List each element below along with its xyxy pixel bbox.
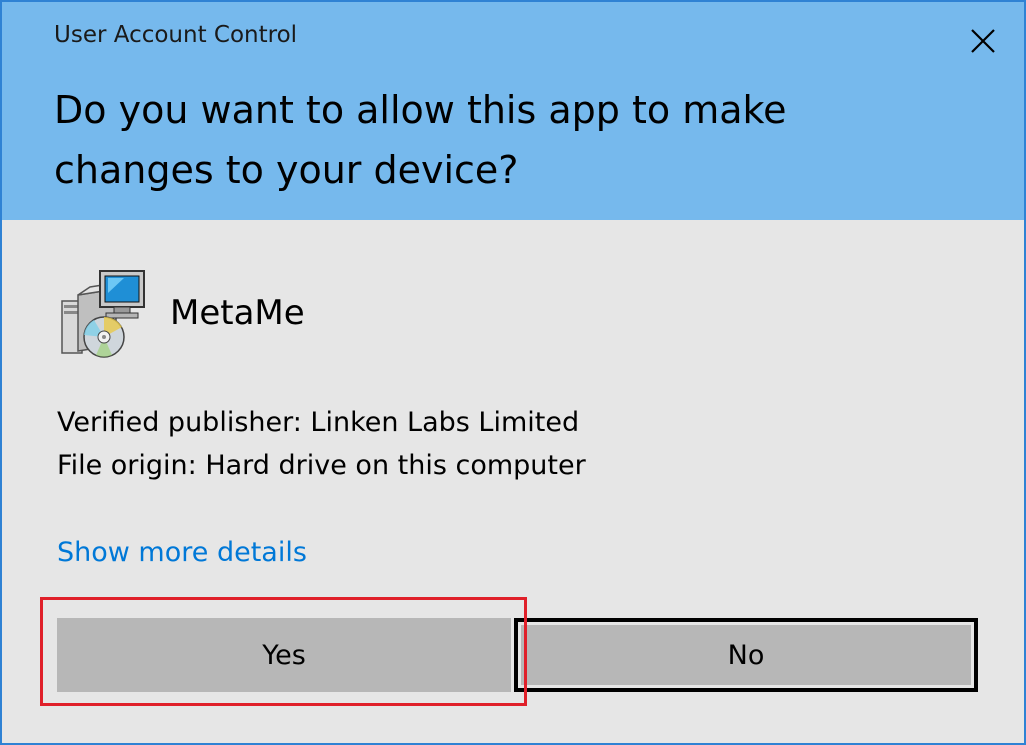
close-button[interactable] bbox=[956, 14, 1010, 68]
dialog-header: User Account Control Do you want to allo… bbox=[2, 2, 1024, 220]
no-button[interactable]: No bbox=[514, 618, 978, 692]
uac-dialog: User Account Control Do you want to allo… bbox=[0, 0, 1026, 745]
file-origin-text: File origin: Hard drive on this computer bbox=[57, 450, 586, 481]
publisher-text: Verified publisher: Linken Labs Limited bbox=[57, 407, 580, 438]
show-more-details-link[interactable]: Show more details bbox=[57, 537, 307, 568]
yes-button-label: Yes bbox=[262, 639, 306, 671]
close-icon bbox=[971, 29, 995, 53]
app-info: MetaMe bbox=[54, 265, 305, 361]
installer-icon bbox=[61, 270, 145, 358]
yes-button[interactable]: Yes bbox=[57, 618, 511, 692]
prompt-question: Do you want to allow this app to make ch… bbox=[54, 88, 787, 192]
no-button-label: No bbox=[727, 639, 765, 671]
window-title: User Account Control bbox=[54, 22, 298, 48]
app-name: MetaMe bbox=[170, 293, 305, 333]
